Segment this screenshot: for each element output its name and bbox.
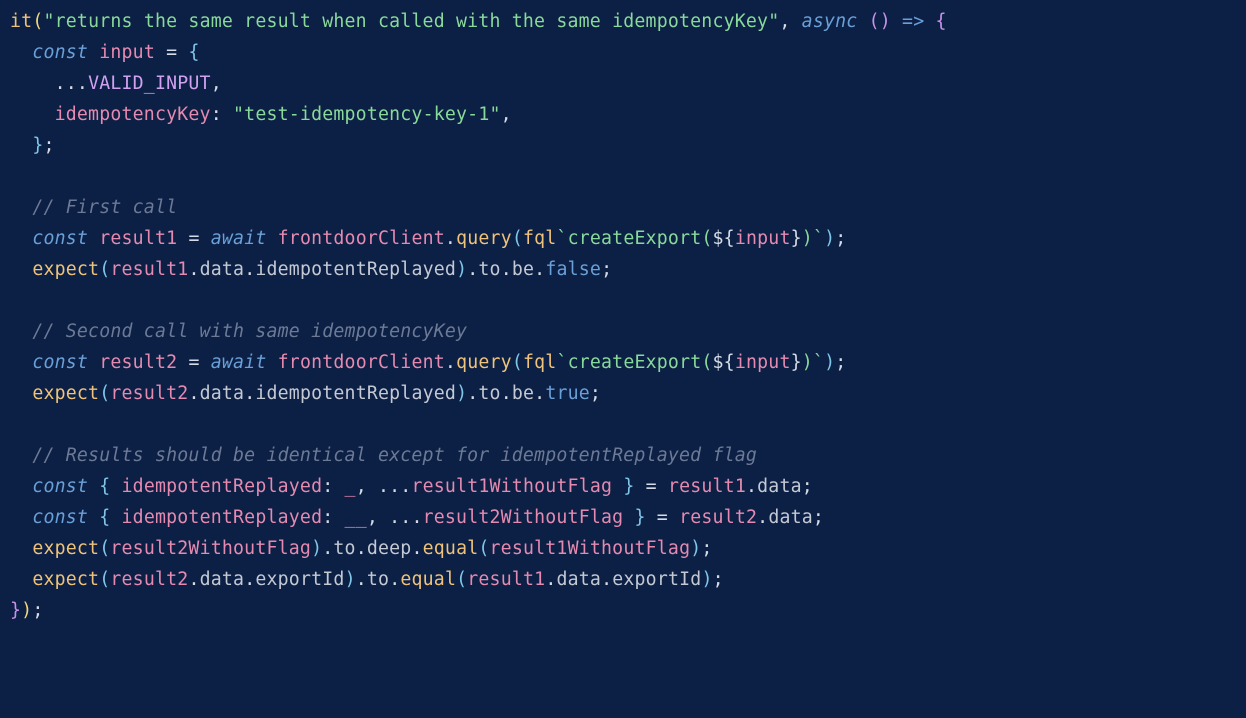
code-line: const result2 = await frontdoorClient.qu… <box>10 352 846 373</box>
tag-fql: fql <box>523 228 556 249</box>
interp-var: input <box>735 352 791 373</box>
code-line: ...VALID_INPUT, <box>10 73 222 94</box>
kw-const: const <box>32 352 88 373</box>
var-result1: result1 <box>99 228 177 249</box>
prop-be: be <box>512 383 534 404</box>
fn-equal: equal <box>423 538 479 559</box>
op-eq: = <box>188 352 199 373</box>
kw-const: const <box>32 476 88 497</box>
op-eq: = <box>188 228 199 249</box>
prop-idempotentReplayed: idempotentReplayed <box>122 507 323 528</box>
prop-to: to <box>333 538 355 559</box>
arg-result1: result1 <box>467 569 545 590</box>
interp-open: ${ <box>713 228 735 249</box>
comment: // Results should be identical except fo… <box>32 445 757 466</box>
method-query: query <box>456 228 512 249</box>
str-idem-key: "test-idempotency-key-1" <box>233 104 501 125</box>
fn-equal: equal <box>400 569 456 590</box>
var-result1WithoutFlag: result1WithoutFlag <box>411 476 612 497</box>
code-line: const { idempotentReplayed: _, ...result… <box>10 476 813 497</box>
prop-exportId: exportId <box>255 569 344 590</box>
var-result2: result2 <box>99 352 177 373</box>
prop-to: to <box>478 383 500 404</box>
code-line: // Results should be identical except fo… <box>10 445 757 466</box>
obj-frontdoorClient: frontdoorClient <box>278 352 445 373</box>
code-line: expect(result2.data.idempotentReplayed).… <box>10 383 601 404</box>
tmpl-open: `createExport( <box>556 228 712 249</box>
code-line: expect(result1.data.idempotentReplayed).… <box>10 259 612 280</box>
comment: // First call <box>32 197 177 218</box>
prop-data: data <box>757 476 802 497</box>
arrow: => <box>902 11 924 32</box>
var-input: input <box>99 42 155 63</box>
code-line: it("returns the same result when called … <box>10 11 947 32</box>
fn-expect: expect <box>32 538 99 559</box>
code-line: // Second call with same idempotencyKey <box>10 321 467 342</box>
const-valid-input: VALID_INPUT <box>88 73 211 94</box>
tmpl-close: )` <box>802 352 824 373</box>
colon: : <box>211 104 222 125</box>
tmpl-open: `createExport( <box>556 352 712 373</box>
obj-frontdoorClient: frontdoorClient <box>278 228 445 249</box>
tag-fql: fql <box>523 352 556 373</box>
kw-await: await <box>211 228 267 249</box>
var-dunderscore: __ <box>345 507 367 528</box>
var-result2WithoutFlag: result2WithoutFlag <box>423 507 624 528</box>
prop-idempotentReplayed: idempotentReplayed <box>255 383 456 404</box>
kw-const: const <box>32 42 88 63</box>
prop-data: data <box>556 569 601 590</box>
prop-idempotentReplayed: idempotentReplayed <box>122 476 323 497</box>
arg-result2: result2 <box>110 569 188 590</box>
prop-data: data <box>200 259 245 280</box>
var-result2: result2 <box>679 507 757 528</box>
prop-idempotentReplayed: idempotentReplayed <box>255 259 456 280</box>
prop-data: data <box>768 507 813 528</box>
arg-result2: result2 <box>110 383 188 404</box>
interp-var: input <box>735 228 791 249</box>
kw-await: await <box>211 352 267 373</box>
arg-result1WithoutFlag: result1WithoutFlag <box>490 538 691 559</box>
op-eq: = <box>166 42 177 63</box>
kw-const: const <box>32 507 88 528</box>
code-line: idempotencyKey: "test-idempotency-key-1"… <box>10 104 512 125</box>
interp-close: } <box>791 352 802 373</box>
var-result1: result1 <box>668 476 746 497</box>
interp-open: ${ <box>713 352 735 373</box>
fn-expect: expect <box>32 383 99 404</box>
comment: // Second call with same idempotencyKey <box>32 321 467 342</box>
method-query: query <box>456 352 512 373</box>
prop-data: data <box>200 383 245 404</box>
arg-result2WithoutFlag: result2WithoutFlag <box>110 538 311 559</box>
prop-idempotencyKey: idempotencyKey <box>55 104 211 125</box>
code-line: }; <box>10 135 55 156</box>
bool-false: false <box>545 259 601 280</box>
code-block: it("returns the same result when called … <box>0 0 1246 636</box>
arg-result1: result1 <box>110 259 188 280</box>
code-line: // First call <box>10 197 177 218</box>
prop-data: data <box>200 569 245 590</box>
spread: ... <box>55 73 88 94</box>
code-line: const { idempotentReplayed: __, ...resul… <box>10 507 824 528</box>
kw-async: async <box>802 11 858 32</box>
prop-exportId: exportId <box>612 569 701 590</box>
test-title-string: "returns the same result when called wit… <box>43 11 779 32</box>
fn-it: it <box>10 11 32 32</box>
code-line: expect(result2.data.exportId).to.equal(r… <box>10 569 724 590</box>
prop-deep: deep <box>367 538 412 559</box>
fn-expect: expect <box>32 259 99 280</box>
code-line: const input = { <box>10 42 200 63</box>
bool-true: true <box>545 383 590 404</box>
prop-be: be <box>512 259 534 280</box>
fn-expect: expect <box>32 569 99 590</box>
code-line: expect(result2WithoutFlag).to.deep.equal… <box>10 538 713 559</box>
kw-const: const <box>32 228 88 249</box>
code-line: const result1 = await frontdoorClient.qu… <box>10 228 846 249</box>
tmpl-close: )` <box>802 228 824 249</box>
prop-to: to <box>367 569 389 590</box>
code-line: }); <box>10 600 43 621</box>
var-underscore: _ <box>345 476 356 497</box>
interp-close: } <box>791 228 802 249</box>
prop-to: to <box>478 259 500 280</box>
